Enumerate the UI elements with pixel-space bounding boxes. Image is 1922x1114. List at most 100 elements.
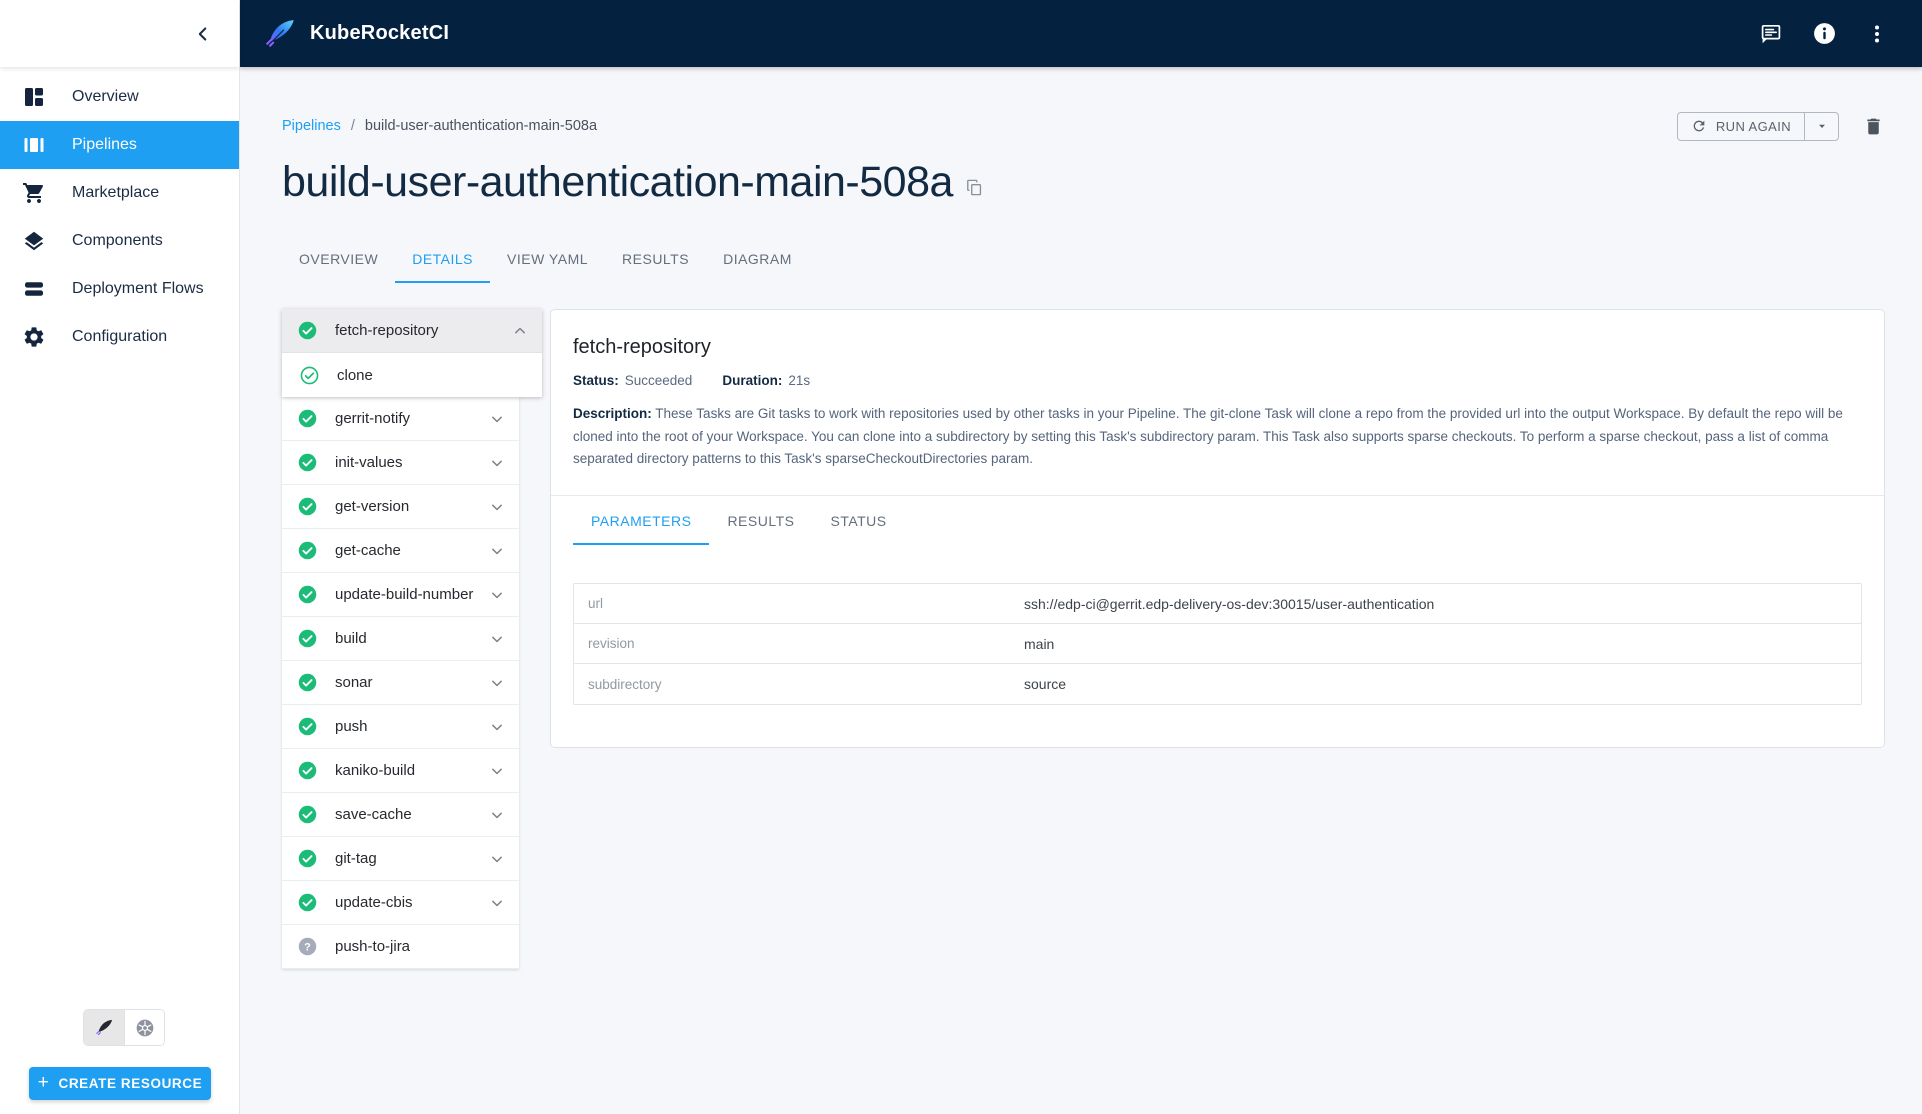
chevron-down-icon[interactable] (487, 629, 507, 649)
check-circle-icon (297, 804, 318, 825)
delete-pipeline-button[interactable] (1861, 114, 1885, 138)
appbar-actions (1758, 21, 1890, 47)
info-button[interactable] (1811, 21, 1837, 47)
check-circle-icon (297, 760, 318, 781)
chevron-down-icon[interactable] (487, 585, 507, 605)
main-content: Pipelines / build-user-authentication-ma… (240, 67, 1922, 1114)
run-again-dropdown-button[interactable] (1804, 112, 1838, 140)
dashboard-icon (25, 88, 43, 106)
view-mode-toggle (83, 1009, 165, 1046)
task-name: kaniko-build (335, 762, 416, 779)
parameter-key: url (588, 596, 604, 612)
task-row-save-cache[interactable]: save-cache (282, 793, 519, 837)
question-circle-icon (297, 936, 318, 957)
task-row-sonar[interactable]: sonar (282, 661, 519, 705)
chevron-down-icon[interactable] (487, 541, 507, 561)
check-circle-icon (297, 540, 318, 561)
layers-icon (24, 231, 44, 251)
parameter-row-revision: revision main (574, 624, 1861, 665)
check-circle-outline-icon (299, 365, 320, 386)
check-circle-icon (297, 892, 318, 913)
task-name: gerrit-notify (335, 410, 411, 427)
task-row-get-version[interactable]: get-version (282, 485, 519, 529)
task-row-push-to-jira[interactable]: push-to-jira (282, 925, 519, 969)
tab-results[interactable]: RESULTS (605, 237, 706, 283)
check-circle-icon (297, 496, 318, 517)
sidebar-collapse-button[interactable] (189, 20, 217, 48)
parameters-table: url ssh://edp-ci@gerrit.edp-delivery-os-… (573, 583, 1862, 706)
task-name: sonar (335, 674, 373, 691)
sidebar-item-configuration[interactable]: Configuration (0, 313, 239, 361)
tab-task-results[interactable]: RESULTS (709, 496, 812, 545)
tab-task-status[interactable]: STATUS (812, 496, 904, 545)
sidebar-item-components[interactable]: Components (0, 217, 239, 265)
chevron-down-icon[interactable] (487, 805, 507, 825)
breadcrumb-current: build-user-authentication-main-508a (364, 118, 598, 134)
task-row-git-tag[interactable]: git-tag (282, 837, 519, 881)
tab-view-yaml[interactable]: VIEW YAML (490, 237, 605, 283)
chevron-down-icon[interactable] (487, 453, 507, 473)
sidebar-item-label: Pipelines (72, 136, 137, 153)
rocket-feather-logo-icon (264, 17, 297, 50)
task-row-fetch-repository[interactable]: fetch-repository (282, 309, 542, 353)
sidebar-item-label: Deployment Flows (72, 280, 204, 297)
task-accordion-fetch-repository: fetch-repository clone (282, 309, 542, 397)
more-menu-button[interactable] (1864, 21, 1890, 47)
tab-details[interactable]: DETAILS (395, 237, 491, 283)
chevron-up-icon[interactable] (510, 321, 530, 341)
app-logo[interactable]: KubeRocketCI (264, 17, 449, 50)
sidebar-item-deployment-flows[interactable]: Deployment Flows (0, 265, 239, 313)
page-actions: RUN AGAIN (1676, 111, 1885, 141)
chevron-down-icon[interactable] (487, 761, 507, 781)
app-title: KubeRocketCI (310, 22, 450, 44)
task-row-update-cbis[interactable]: update-cbis (282, 881, 519, 925)
kubernetes-view-button[interactable] (124, 1010, 164, 1045)
task-row-push[interactable]: push (282, 705, 519, 749)
refresh-icon (1693, 120, 1705, 132)
task-name: fetch-repository (335, 322, 439, 339)
feedback-button[interactable] (1758, 21, 1784, 47)
parameter-key: revision (588, 636, 635, 652)
check-circle-icon (297, 716, 318, 737)
task-row-get-cache[interactable]: get-cache (282, 529, 519, 573)
tab-parameters[interactable]: PARAMETERS (573, 496, 710, 546)
plus-icon: + (37, 1072, 50, 1093)
stacked-bars-icon (25, 282, 43, 296)
task-row-gerrit-notify[interactable]: gerrit-notify (282, 397, 519, 441)
task-status-row: Status: Succeeded Duration: 21s (573, 373, 1862, 388)
chevron-down-icon[interactable] (487, 893, 507, 913)
tab-diagram[interactable]: DIAGRAM (706, 237, 809, 283)
run-again-button[interactable]: RUN AGAIN (1678, 113, 1804, 140)
breadcrumb-pipelines-link[interactable]: Pipelines (282, 118, 341, 134)
chevron-down-icon[interactable] (487, 849, 507, 869)
step-row-clone[interactable]: clone (282, 353, 542, 397)
check-circle-icon (297, 408, 318, 429)
chevron-down-icon[interactable] (487, 673, 507, 693)
parameter-value: ssh://edp-ci@gerrit.edp-delivery-os-dev:… (1024, 595, 1435, 612)
sidebar-item-overview[interactable]: Overview (0, 73, 239, 121)
task-row-init-values[interactable]: init-values (282, 441, 519, 485)
task-name: get-version (335, 498, 410, 515)
sidebar-item-marketplace[interactable]: Marketplace (0, 169, 239, 217)
chevron-down-icon[interactable] (487, 409, 507, 429)
description-text: These Tasks are Git tasks to work with r… (573, 406, 1843, 467)
task-name: push-to-jira (335, 938, 411, 955)
task-row-build[interactable]: build (282, 617, 519, 661)
task-row-kaniko-build[interactable]: kaniko-build (282, 749, 519, 793)
kebab-menu-icon (1875, 25, 1879, 42)
pipeline-tabs: OVERVIEW DETAILS VIEW YAML RESULTS DIAGR… (282, 237, 1885, 283)
chevron-down-icon[interactable] (487, 717, 507, 737)
status-label: Status: (573, 373, 619, 388)
sidebar-item-pipelines[interactable]: Pipelines (0, 121, 239, 169)
task-row-update-build-number[interactable]: update-build-number (282, 573, 519, 617)
copy-name-button[interactable] (965, 178, 984, 197)
check-circle-icon (297, 672, 318, 693)
task-name: git-tag (335, 850, 377, 867)
caret-down-icon (1818, 124, 1825, 128)
sidebar: Overview Pipelines Marketplace Component… (0, 0, 240, 1114)
task-name: save-cache (335, 806, 412, 823)
kuberocketci-view-button[interactable] (84, 1010, 124, 1045)
tab-overview[interactable]: OVERVIEW (282, 237, 395, 283)
chevron-down-icon[interactable] (487, 497, 507, 517)
create-resource-button[interactable]: + CREATE RESOURCE (29, 1067, 211, 1100)
